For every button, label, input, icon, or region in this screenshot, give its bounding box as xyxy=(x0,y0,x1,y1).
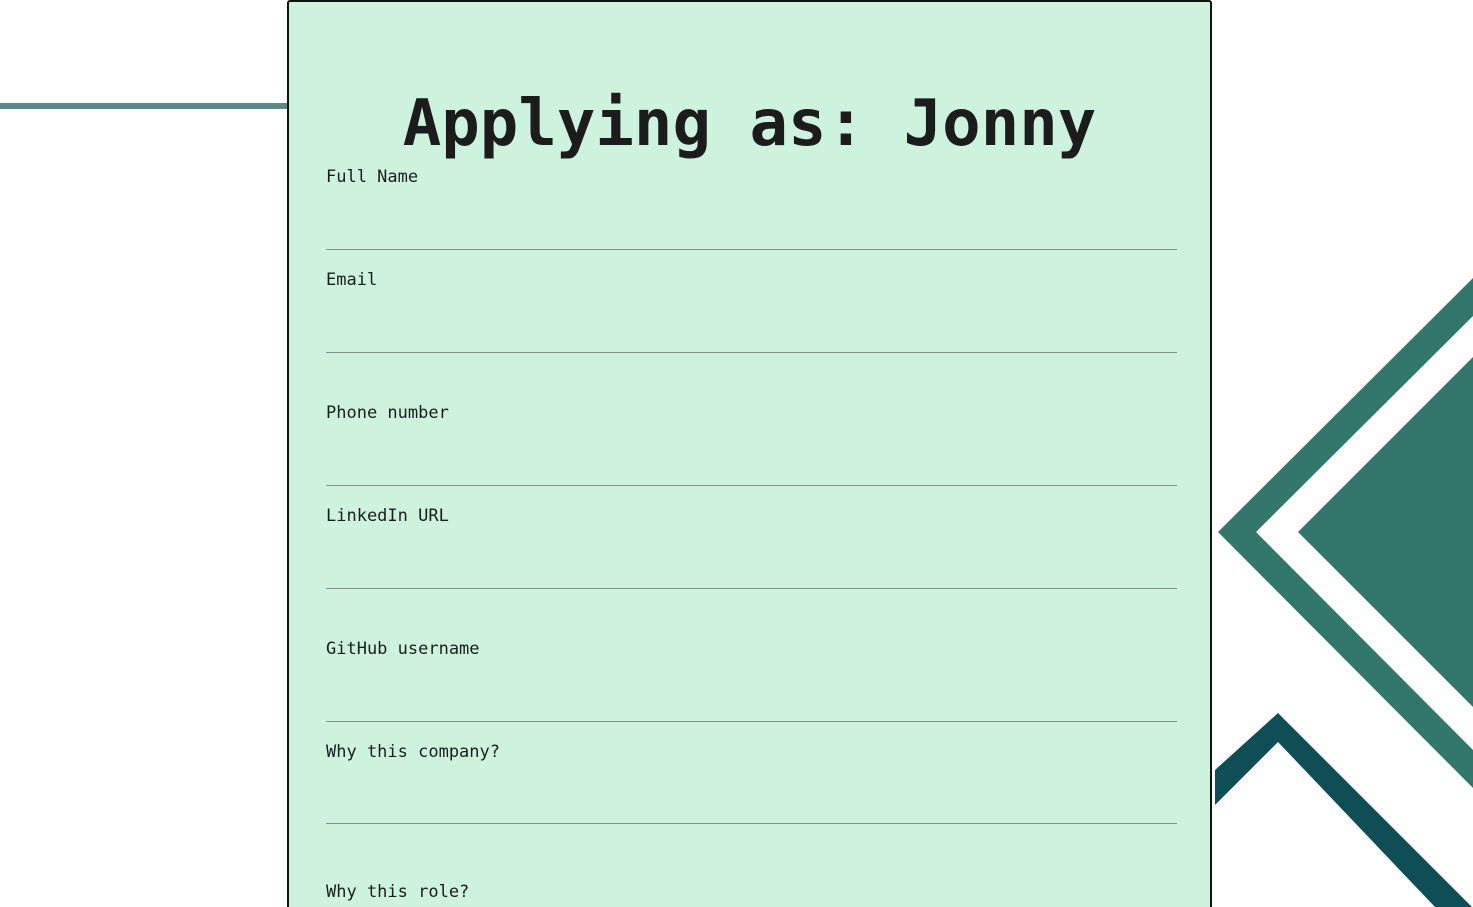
full-name-field: Full Name xyxy=(326,167,1177,250)
phone-number-label: Phone number xyxy=(326,403,449,423)
inner-triangle-shape xyxy=(1298,357,1473,707)
linkedin-url-input[interactable] xyxy=(326,549,1177,589)
phone-number-field: Phone number xyxy=(326,403,1177,486)
linkedin-url-field: LinkedIn URL xyxy=(326,506,1177,589)
full-name-label: Full Name xyxy=(326,167,419,187)
github-username-label: GitHub username xyxy=(326,639,480,659)
github-username-input[interactable] xyxy=(326,682,1177,722)
linkedin-url-label: LinkedIn URL xyxy=(326,506,449,526)
email-label: Email xyxy=(326,270,378,290)
full-name-input[interactable] xyxy=(326,210,1177,250)
decorative-shapes xyxy=(1215,278,1473,907)
page-title: Applying as: Jonny xyxy=(402,87,1097,161)
why-role-label: Why this role? xyxy=(326,882,470,902)
why-company-input[interactable] xyxy=(326,784,1177,824)
email-input[interactable] xyxy=(326,313,1177,353)
why-company-field: Why this company? xyxy=(326,742,1177,824)
email-field: Email xyxy=(326,270,1177,353)
why-role-field: Why this role? xyxy=(326,882,1177,902)
phone-number-input[interactable] xyxy=(326,446,1177,486)
why-company-label: Why this company? xyxy=(326,742,500,762)
github-username-field: GitHub username xyxy=(326,639,1177,722)
decorative-line xyxy=(0,103,290,109)
application-form-card: Applying as: Jonny Full Name Email Phone… xyxy=(287,0,1212,907)
